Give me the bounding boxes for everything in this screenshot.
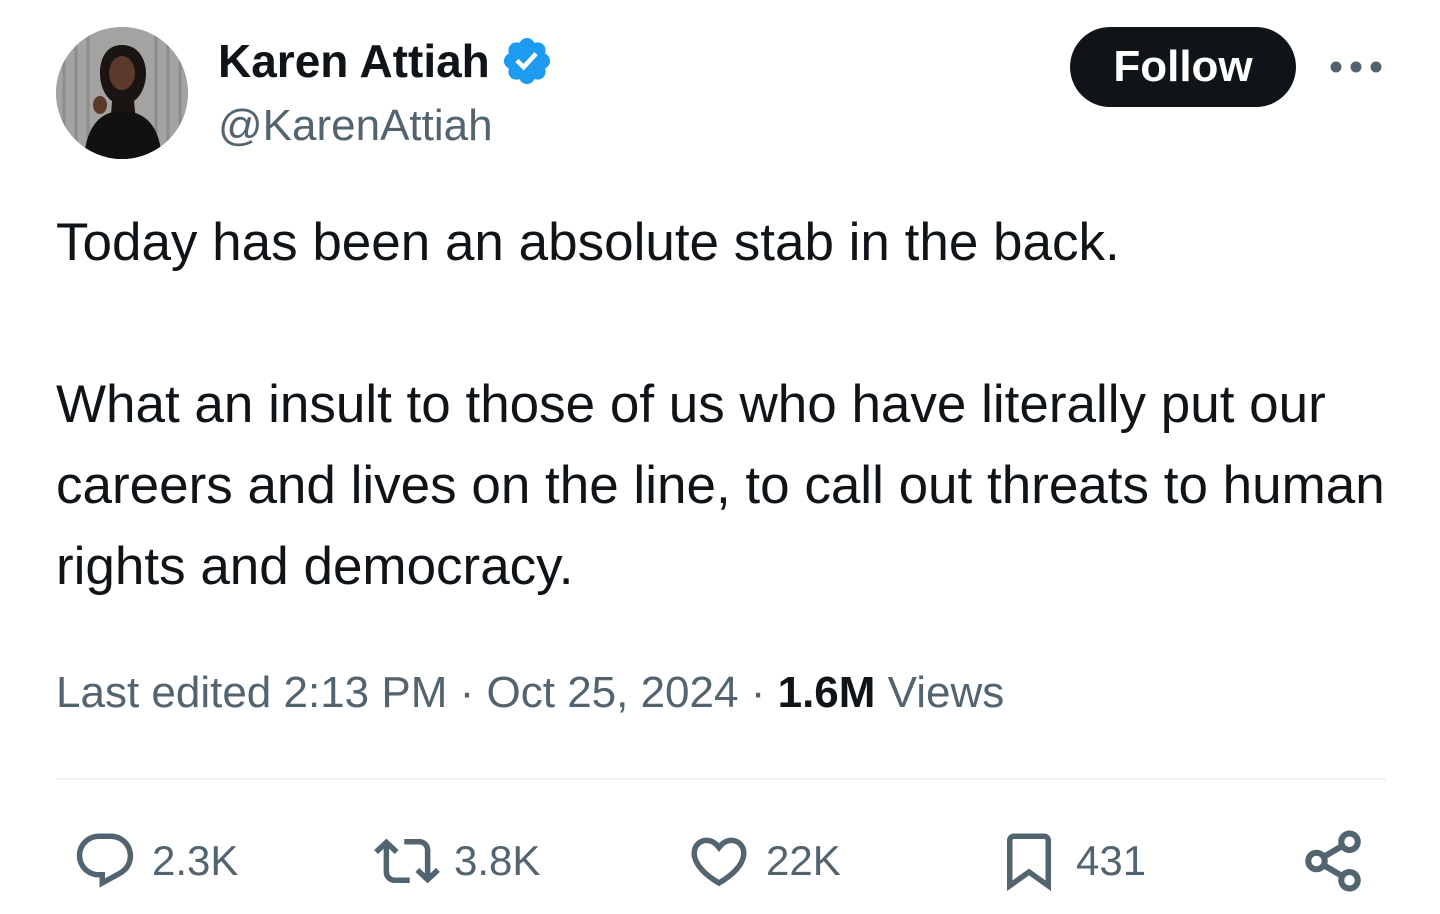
follow-button[interactable]: Follow: [1070, 27, 1296, 107]
author-handle[interactable]: @KarenAttiah: [218, 100, 493, 152]
bookmark-button[interactable]: 431: [996, 826, 1146, 896]
more-horizontal-icon[interactable]: [1328, 52, 1384, 82]
reply-count: 2.3K: [152, 837, 239, 884]
bookmark-icon: [1007, 833, 1051, 892]
avatar[interactable]: [56, 27, 188, 159]
bookmark-count: 431: [1076, 837, 1147, 884]
verified-badge-icon: [503, 37, 550, 85]
avatar-photo: [56, 27, 188, 159]
views-count: 1.6M: [777, 668, 876, 717]
divider: [56, 778, 1386, 780]
heart-icon: [691, 837, 747, 887]
repost-button[interactable]: 3.8K: [374, 826, 540, 896]
timestamp-date[interactable]: Oct 25, 2024: [487, 668, 739, 717]
like-button[interactable]: 22K: [686, 826, 841, 896]
reply-button[interactable]: 2.3K: [72, 826, 238, 896]
author-display-name-row[interactable]: Karen Attiah: [218, 34, 554, 88]
tweet-paragraph: Today has been an absolute stab in the b…: [56, 213, 1120, 272]
repost-icon: [374, 838, 440, 884]
repost-count: 3.8K: [454, 837, 541, 884]
meta-separator: ·: [750, 668, 766, 717]
share-button[interactable]: [1300, 826, 1366, 896]
share-icon: [1305, 830, 1361, 892]
tweet-text: Today has been an absolute stab in the b…: [56, 202, 1396, 607]
author-display-name[interactable]: Karen Attiah: [218, 34, 490, 88]
reply-icon: [76, 833, 134, 888]
like-count: 22K: [766, 837, 841, 884]
edited-label[interactable]: Last edited: [56, 668, 271, 717]
views-label: Views: [887, 668, 1005, 717]
timestamp-time[interactable]: 2:13 PM: [284, 668, 448, 717]
tweet-meta: Last edited 2:13 PM · Oct 25, 2024 · 1.6…: [56, 666, 1004, 720]
tweet-paragraph: What an insult to those of us who have l…: [56, 375, 1385, 596]
meta-separator: ·: [459, 668, 475, 717]
